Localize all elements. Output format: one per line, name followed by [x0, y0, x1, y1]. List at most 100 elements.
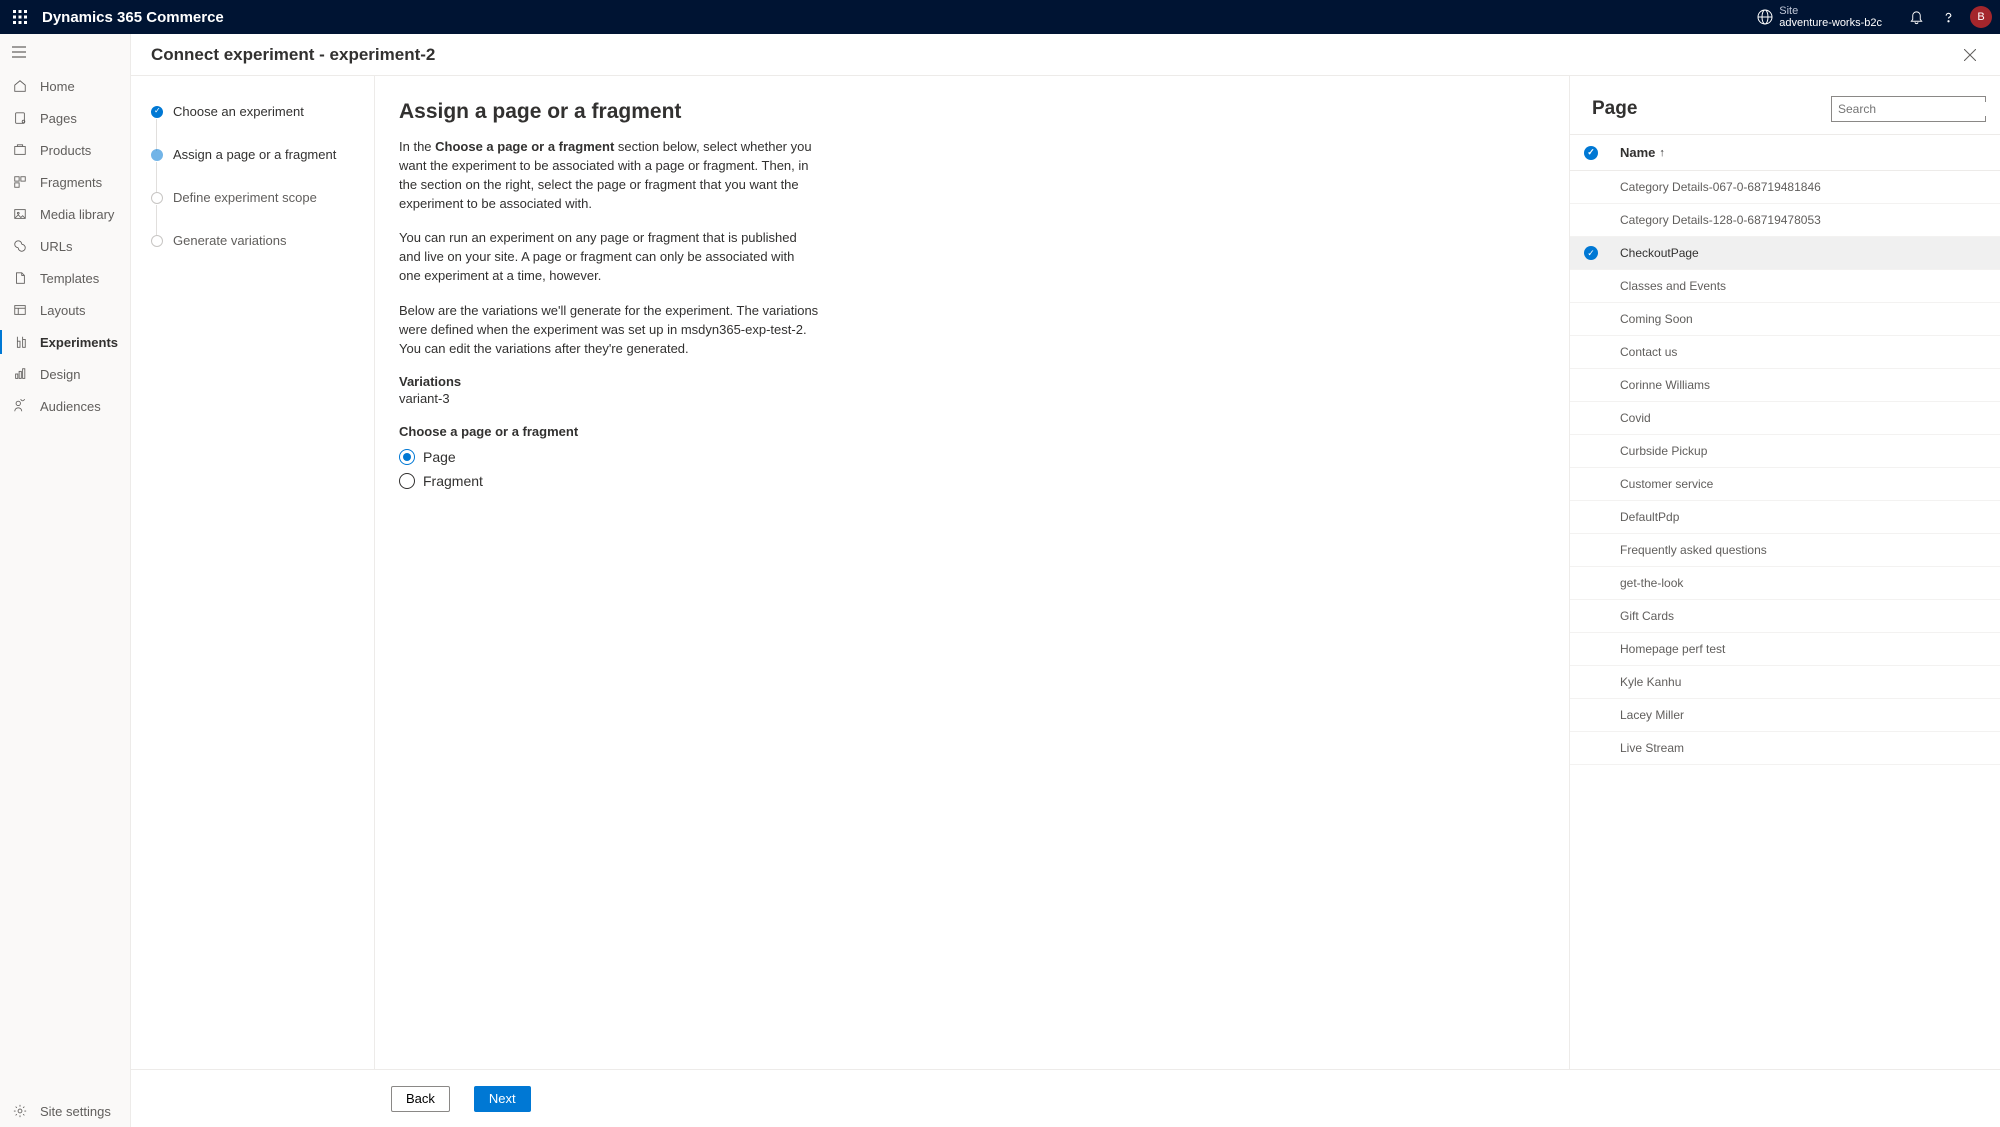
- page-name: CheckoutPage: [1620, 246, 1699, 260]
- sidebar-item-templates[interactable]: Templates: [0, 262, 130, 294]
- page-name: Category Details-067-0-68719481846: [1620, 180, 1821, 194]
- page-row[interactable]: Corinne Williams: [1570, 369, 2000, 402]
- step-dot-icon: [151, 149, 163, 161]
- right-pane: Page ✓ Name ↑ Category Details-067-0-687…: [1570, 76, 2000, 1069]
- page-row[interactable]: Customer service: [1570, 468, 2000, 501]
- globe-icon[interactable]: [1757, 9, 1773, 25]
- search-input[interactable]: [1838, 102, 1993, 116]
- page-name: Coming Soon: [1620, 312, 1693, 326]
- page-row[interactable]: Homepage perf test: [1570, 633, 2000, 666]
- panel-title: Connect experiment - experiment-2: [151, 45, 435, 65]
- avatar[interactable]: B: [1970, 6, 1992, 28]
- list-header[interactable]: ✓ Name ↑: [1570, 134, 2000, 171]
- gear-icon: [12, 1103, 28, 1119]
- intro-p3: Below are the variations we'll generate …: [399, 302, 819, 359]
- step-label: Assign a page or a fragment: [173, 147, 336, 190]
- sidebar-item-urls[interactable]: URLs: [0, 230, 130, 262]
- site-name: adventure-works-b2c: [1779, 17, 1882, 29]
- sidebar-item-media-library[interactable]: Media library: [0, 198, 130, 230]
- sidebar-item-label: Media library: [40, 207, 114, 222]
- page-row[interactable]: Coming Soon: [1570, 303, 2000, 336]
- step-dot-icon: [151, 106, 163, 118]
- page-row[interactable]: Curbside Pickup: [1570, 435, 2000, 468]
- wizard-step[interactable]: Generate variations: [151, 233, 374, 276]
- wizard-step[interactable]: Define experiment scope: [151, 190, 374, 233]
- back-button[interactable]: Back: [391, 1086, 450, 1112]
- sidebar-item-products[interactable]: Products: [0, 134, 130, 166]
- nav-icon: [12, 174, 28, 190]
- page-name: Kyle Kanhu: [1620, 675, 1681, 689]
- nav-icon: [12, 270, 28, 286]
- page-name: Lacey Miller: [1620, 708, 1684, 722]
- sidebar-item-label: Templates: [40, 271, 99, 286]
- page-list: Category Details-067-0-68719481846 Catego…: [1570, 171, 2000, 1069]
- page-name: Live Stream: [1620, 741, 1684, 755]
- sidebar-item-label: Pages: [40, 111, 77, 126]
- help-icon[interactable]: [1934, 3, 1962, 31]
- step-label: Generate variations: [173, 233, 286, 276]
- page-name: Curbside Pickup: [1620, 444, 1707, 458]
- sidebar-item-home[interactable]: Home: [0, 70, 130, 102]
- sidebar-item-settings[interactable]: Site settings: [0, 1095, 130, 1127]
- page-name: Gift Cards: [1620, 609, 1674, 623]
- sidebar-item-label: Experiments: [40, 335, 118, 350]
- nav-icon: [12, 238, 28, 254]
- page-row[interactable]: Contact us: [1570, 336, 2000, 369]
- sidebar-item-experiments[interactable]: Experiments: [0, 326, 130, 358]
- app-launcher-icon[interactable]: [8, 5, 32, 29]
- wizard-step[interactable]: Choose an experiment: [151, 104, 374, 147]
- page-row[interactable]: Classes and Events: [1570, 270, 2000, 303]
- variations-label: Variations: [399, 374, 1489, 389]
- radio-fragment[interactable]: Fragment: [399, 473, 1489, 489]
- page-row[interactable]: Lacey Miller: [1570, 699, 2000, 732]
- page-name: Classes and Events: [1620, 279, 1726, 293]
- page-row[interactable]: get-the-look: [1570, 567, 2000, 600]
- wizard-step[interactable]: Assign a page or a fragment: [151, 147, 374, 190]
- page-row[interactable]: Frequently asked questions: [1570, 534, 2000, 567]
- sidebar-toggle[interactable]: [0, 34, 130, 70]
- search-box[interactable]: [1831, 96, 1986, 122]
- page-row[interactable]: Gift Cards: [1570, 600, 2000, 633]
- sidebar-item-label: URLs: [40, 239, 73, 254]
- page-row[interactable]: ✓CheckoutPage: [1570, 237, 2000, 270]
- radio-icon: [399, 449, 415, 465]
- site-picker[interactable]: Site adventure-works-b2c: [1779, 5, 1882, 29]
- sidebar-item-label: Fragments: [40, 175, 102, 190]
- sidebar-item-label: Home: [40, 79, 75, 94]
- sidebar-item-audiences[interactable]: Audiences: [0, 390, 130, 422]
- radio-label: Fragment: [423, 473, 483, 489]
- page-name: DefaultPdp: [1620, 510, 1679, 524]
- nav-icon: [12, 398, 28, 414]
- page-name: Contact us: [1620, 345, 1677, 359]
- page-name: get-the-look: [1620, 576, 1683, 590]
- sidebar-item-pages[interactable]: Pages: [0, 102, 130, 134]
- sort-asc-icon: ↑: [1659, 147, 1665, 159]
- sidebar-item-layouts[interactable]: Layouts: [0, 294, 130, 326]
- panel-header: Connect experiment - experiment-2: [131, 34, 2000, 75]
- step-dot-icon: [151, 235, 163, 247]
- nav-icon: [12, 110, 28, 126]
- page-row[interactable]: Covid: [1570, 402, 2000, 435]
- close-icon[interactable]: [1960, 45, 1980, 65]
- page-row[interactable]: Category Details-128-0-68719478053: [1570, 204, 2000, 237]
- page-row[interactable]: Kyle Kanhu: [1570, 666, 2000, 699]
- page-row[interactable]: DefaultPdp: [1570, 501, 2000, 534]
- steps-pane: Choose an experimentAssign a page or a f…: [131, 76, 375, 1069]
- page-name: Frequently asked questions: [1620, 543, 1767, 557]
- page-row[interactable]: Live Stream: [1570, 732, 2000, 765]
- nav-icon: [12, 366, 28, 382]
- intro-p1: In the Choose a page or a fragment secti…: [399, 138, 819, 213]
- nav-icon: [12, 334, 28, 350]
- sidebar-item-fragments[interactable]: Fragments: [0, 166, 130, 198]
- step-label: Choose an experiment: [173, 104, 304, 147]
- page-row[interactable]: Category Details-067-0-68719481846: [1570, 171, 2000, 204]
- nav-icon: [12, 142, 28, 158]
- radio-label: Page: [423, 449, 456, 465]
- notifications-icon[interactable]: [1902, 3, 1930, 31]
- nav-icon: [12, 206, 28, 222]
- radio-page[interactable]: Page: [399, 449, 1489, 465]
- sidebar-item-design[interactable]: Design: [0, 358, 130, 390]
- sidebar-item-label: Layouts: [40, 303, 86, 318]
- next-button[interactable]: Next: [474, 1086, 531, 1112]
- right-heading: Page: [1592, 98, 1637, 120]
